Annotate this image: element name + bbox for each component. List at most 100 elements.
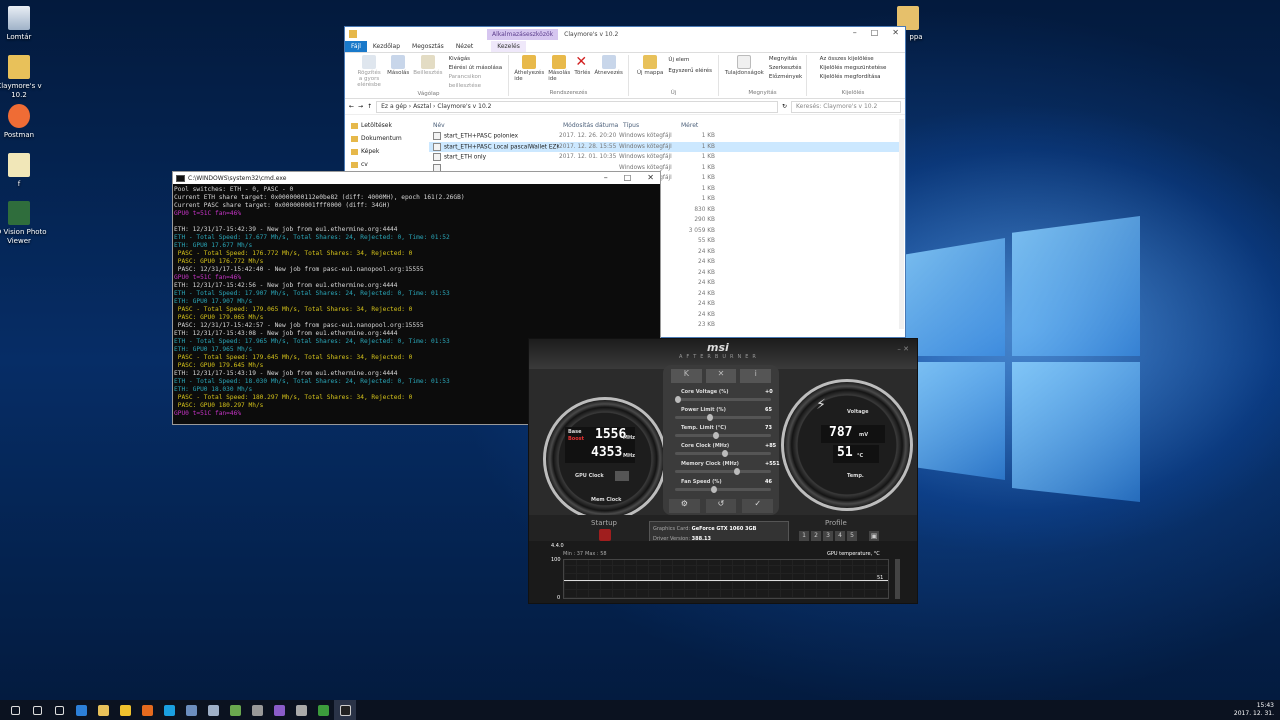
tab-manage[interactable]: Kezelés bbox=[491, 41, 526, 52]
back-icon[interactable]: ← bbox=[349, 103, 354, 110]
nav-item-cv[interactable]: cv bbox=[351, 158, 417, 171]
open-button[interactable]: Megnyitás bbox=[769, 55, 802, 64]
column-name[interactable]: Név bbox=[429, 122, 559, 129]
slider-thumb[interactable] bbox=[712, 432, 719, 439]
history-button[interactable]: Előzmények bbox=[769, 73, 802, 82]
taskbar-notepad-button[interactable] bbox=[224, 700, 246, 720]
nav-item-downloads[interactable]: Letöltések bbox=[351, 119, 417, 132]
taskbar-calculator-button[interactable] bbox=[246, 700, 268, 720]
save-profile-icon[interactable]: ▣ bbox=[869, 531, 879, 541]
oc-scanner-icon[interactable]: ✕ bbox=[705, 369, 737, 383]
tab-file[interactable]: Fájl bbox=[345, 41, 367, 52]
taskbar-search-button[interactable] bbox=[26, 700, 48, 720]
desktop-icon-3d-vision[interactable]: 3D Vision Photo Viewer bbox=[0, 201, 47, 246]
profile-slot-4[interactable]: 4 bbox=[835, 531, 845, 541]
tab-share[interactable]: Megosztás bbox=[406, 41, 450, 52]
file-row[interactable]: start_ETH+PASC Local pascalWallet EZKE..… bbox=[429, 141, 899, 152]
taskbar-chrome-button[interactable] bbox=[114, 700, 136, 720]
search-input[interactable]: Keresés: Claymore's v 10.2 bbox=[791, 100, 901, 113]
paste-button[interactable]: Beillesztés bbox=[413, 55, 443, 76]
slider-track[interactable] bbox=[675, 432, 771, 439]
close-icon[interactable]: ✕ bbox=[892, 28, 899, 37]
desktop-icon-file[interactable]: f bbox=[0, 153, 47, 189]
cmd-titlebar[interactable]: C:\WINDOWS\system32\cmd.exe – □ ✕ bbox=[173, 172, 660, 184]
profile-slot-3[interactable]: 3 bbox=[823, 531, 833, 541]
up-icon[interactable]: ↑ bbox=[367, 103, 372, 110]
slider-thumb[interactable] bbox=[711, 486, 717, 493]
properties-button[interactable]: Tulajdonságok bbox=[725, 55, 764, 82]
maximize-icon[interactable]: □ bbox=[871, 28, 879, 37]
pin-button[interactable]: Rögzítés a gyors elérésbe bbox=[355, 55, 383, 88]
column-size[interactable]: Méret bbox=[677, 122, 715, 129]
file-row[interactable]: start_ETH only 2017. 12. 01. 10:35 Windows… bbox=[429, 152, 899, 163]
move-to-button[interactable]: Áthelyezés ide bbox=[514, 55, 544, 82]
taskbar-app-button[interactable] bbox=[290, 700, 312, 720]
reset-icon[interactable]: ↺ bbox=[705, 499, 737, 513]
taskbar-cmd-button[interactable] bbox=[334, 700, 356, 720]
slider-thumb[interactable] bbox=[675, 396, 681, 403]
breadcrumb-2[interactable]: Asztal bbox=[413, 103, 431, 110]
paste-shortcut-button[interactable]: Parancsikon beillesztése bbox=[449, 73, 504, 91]
nav-item-documents[interactable]: Dokumentum bbox=[351, 132, 417, 145]
graph-scrollbar[interactable] bbox=[895, 559, 900, 599]
taskbar-skype-button[interactable] bbox=[158, 700, 180, 720]
forward-icon[interactable]: → bbox=[358, 103, 363, 110]
refresh-icon[interactable]: ↻ bbox=[782, 103, 787, 110]
copy-to-button[interactable]: Másolás ide bbox=[548, 55, 570, 82]
taskbar-explorer-button[interactable] bbox=[92, 700, 114, 720]
breadcrumb-3[interactable]: Claymore's v 10.2 bbox=[437, 103, 491, 110]
select-none-button[interactable]: Kijelölés megszüntetése bbox=[820, 64, 887, 73]
tab-home[interactable]: Kezdőlap bbox=[367, 41, 406, 52]
profile-slot-2[interactable]: 2 bbox=[811, 531, 821, 541]
new-folder-button[interactable]: Új mappa bbox=[637, 55, 663, 77]
slider-track[interactable] bbox=[675, 450, 771, 457]
clock-time[interactable]: 15:43 bbox=[1234, 702, 1274, 710]
select-all-button[interactable]: Az összes kijelölése bbox=[820, 55, 887, 64]
tab-view[interactable]: Nézet bbox=[450, 41, 479, 52]
window-controls[interactable]: – ✕ bbox=[897, 345, 909, 353]
file-row[interactable]: start_ETH+PASC poloniex 2017. 12. 26. 20:… bbox=[429, 131, 899, 142]
column-type[interactable]: Típus bbox=[619, 122, 677, 129]
profile-slot-1[interactable]: 1 bbox=[799, 531, 809, 541]
taskbar-steam-button[interactable] bbox=[202, 700, 224, 720]
scrollbar[interactable] bbox=[899, 119, 904, 329]
invert-selection-button[interactable]: Kijelölés megfordítása bbox=[820, 73, 887, 82]
apply-icon[interactable]: ✓ bbox=[742, 499, 774, 513]
k-boost-button[interactable]: K bbox=[671, 369, 702, 383]
maximize-icon[interactable]: □ bbox=[624, 173, 632, 182]
slider-thumb[interactable] bbox=[706, 414, 713, 421]
slider-thumb[interactable] bbox=[721, 450, 728, 457]
new-item-button[interactable]: Új elem bbox=[668, 55, 712, 66]
address-bar[interactable]: Ez a gép › Asztal › Claymore's v 10.2 bbox=[376, 100, 778, 113]
minimize-icon[interactable]: – bbox=[853, 28, 857, 37]
info-icon[interactable]: i bbox=[740, 369, 772, 383]
settings-icon[interactable]: ⚙ bbox=[669, 499, 700, 513]
profile-slot-5[interactable]: 5 bbox=[847, 531, 857, 541]
clock-date[interactable]: 2017. 12. 31. bbox=[1234, 710, 1274, 718]
cut-button[interactable]: Kivágás bbox=[449, 55, 504, 64]
taskbar-gpu-app-button[interactable] bbox=[312, 700, 334, 720]
desktop-icon-postman[interactable]: Postman bbox=[0, 104, 47, 140]
taskbar-disk-button[interactable] bbox=[180, 700, 202, 720]
rename-button[interactable]: Átnevezés bbox=[594, 55, 623, 82]
copy-button[interactable]: Másolás bbox=[387, 55, 409, 76]
breadcrumb-1[interactable]: Ez a gép bbox=[381, 103, 407, 110]
nav-item-pictures[interactable]: Képek bbox=[351, 145, 417, 158]
easy-access-button[interactable]: Egyszerű elérés bbox=[668, 66, 712, 77]
desktop-icon-claymore-folder[interactable]: Claymore's v 10.2 bbox=[0, 55, 47, 100]
slider-track[interactable] bbox=[675, 468, 771, 475]
startup-toggle[interactable] bbox=[599, 529, 611, 541]
minimize-icon[interactable]: – bbox=[604, 173, 608, 182]
taskbar-task-view-button[interactable] bbox=[48, 700, 70, 720]
slider-track[interactable] bbox=[675, 414, 771, 421]
slider-track[interactable] bbox=[675, 396, 771, 403]
slider-track[interactable] bbox=[675, 486, 771, 493]
copy-path-button[interactable]: Elérési út másolása bbox=[449, 64, 504, 73]
taskbar-start-button[interactable] bbox=[4, 700, 26, 720]
column-date[interactable]: Módosítás dátuma bbox=[559, 122, 619, 129]
close-icon[interactable]: ✕ bbox=[647, 173, 654, 182]
taskbar-firefox-button[interactable] bbox=[136, 700, 158, 720]
explorer-titlebar[interactable]: Alkalmazáseszközök Claymore's v 10.2 – □… bbox=[345, 27, 905, 41]
taskbar-visual-studio-button[interactable] bbox=[268, 700, 290, 720]
msi-afterburner-window[interactable]: msi AFTERBURNER – ✕ Base Boost 1556 MHz … bbox=[528, 338, 918, 604]
